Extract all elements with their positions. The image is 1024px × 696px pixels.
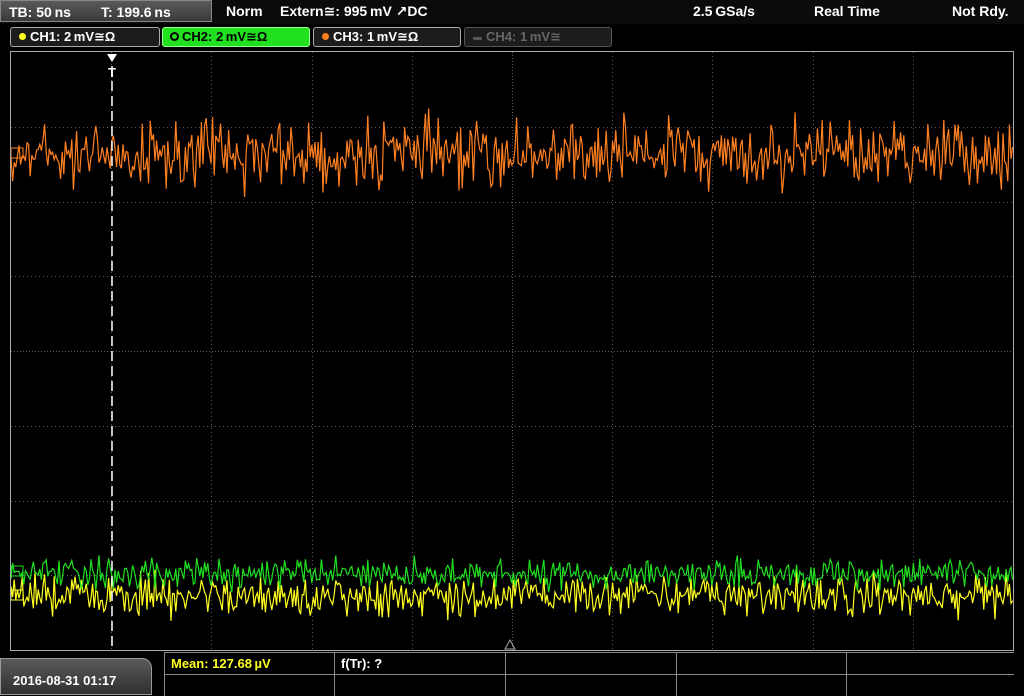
channel-tab-ch3[interactable]: CH3: 1 mV≅Ω	[313, 27, 461, 47]
waveform-traces	[11, 108, 1013, 621]
ch4-dash-icon	[473, 37, 482, 40]
ch3-waveform	[11, 108, 1013, 198]
channel-tab-ch4[interactable]: CH4: 1 mV≅	[464, 27, 612, 47]
ch2-label: CH2: 2 mV≅Ω	[182, 29, 268, 44]
ch2-waveform	[11, 555, 1013, 593]
ch4-label: CH4: 1 mV≅	[486, 29, 561, 44]
ch1-dot-icon	[19, 33, 26, 40]
ch1-label: CH1: 2 mV≅Ω	[30, 29, 116, 44]
ch3-dot-icon	[322, 33, 329, 40]
measurement-bar: Mean: 127.68 µV f(Tr): ?	[164, 652, 1014, 696]
waveform-display[interactable]: T	[11, 52, 1013, 650]
sample-rate: 2.5 GSa/s	[693, 3, 755, 19]
measurement-divider	[164, 674, 1014, 675]
acquisition-mode: Real Time	[814, 3, 880, 19]
center-reference-icon	[504, 638, 516, 650]
channel-tab-ch1[interactable]: CH1: 2 mV≅Ω	[10, 27, 160, 47]
ftr-measurement: f(Tr): ?	[341, 656, 383, 671]
trigger-time-value: T: 199.6 ns	[101, 4, 171, 20]
channel-tab-ch2[interactable]: CH2: 2 mV≅Ω	[162, 27, 310, 47]
trigger-position-arrow-icon[interactable]	[107, 54, 117, 62]
mean-measurement: Mean: 127.68 µV	[171, 656, 271, 671]
trigger-mode[interactable]: Norm	[226, 3, 263, 19]
datetime-display: 2016-08-31 01:17	[0, 658, 152, 695]
acquisition-status: Not Rdy.	[952, 3, 1009, 19]
ch3-label: CH3: 1 mV≅Ω	[333, 29, 419, 44]
status-bar: TB: 50 ns T: 199.6 ns Norm Extern≅: 995 …	[0, 0, 1024, 24]
ch2-dot-icon	[171, 33, 178, 40]
graticule	[11, 52, 1013, 650]
trigger-marker-label: T	[108, 65, 116, 80]
timebase-value: TB: 50 ns	[9, 4, 71, 20]
timebase-box[interactable]: TB: 50 ns T: 199.6 ns	[0, 0, 212, 22]
trigger-source[interactable]: Extern≅: 995 mV ↗DC	[280, 3, 428, 20]
